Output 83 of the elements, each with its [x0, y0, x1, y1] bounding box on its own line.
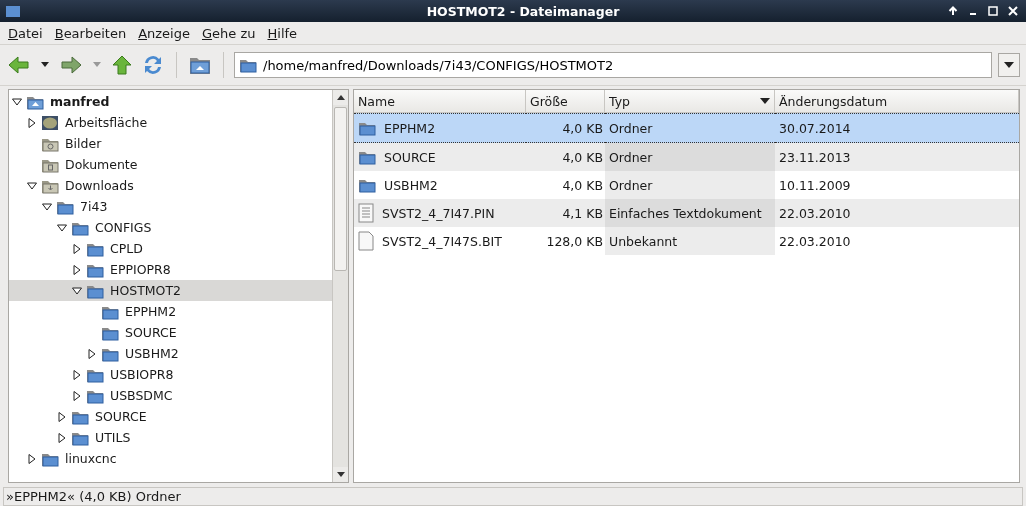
expand-arrow-icon[interactable] — [71, 263, 83, 276]
column-header[interactable]: Änderungsdatum — [775, 90, 1019, 113]
table-cell: 23.11.2013 — [775, 143, 1019, 171]
table-cell: 30.07.2014 — [775, 113, 1019, 143]
menu-item[interactable]: Anzeige — [132, 25, 196, 41]
window-title: HOSTMOT2 - Dateimanager — [425, 3, 621, 19]
tree-item[interactable]: manfred — [9, 91, 332, 112]
dropdown-button[interactable] — [998, 53, 1020, 77]
table-cell: Ordner — [605, 171, 775, 199]
tree-item[interactable]: SOURCE — [9, 406, 332, 427]
maximize-icon — [988, 6, 998, 16]
tree-item[interactable]: CPLD — [9, 238, 332, 259]
forward-button[interactable] — [58, 53, 84, 77]
menu-item[interactable]: Datei — [2, 25, 49, 41]
folder-icon — [358, 120, 376, 136]
minimize-icon — [970, 13, 976, 15]
tree-item[interactable]: EPPHM2 — [9, 301, 332, 322]
caret-icon — [1004, 62, 1014, 68]
tree-item[interactable]: USBHM2 — [9, 343, 332, 364]
table-cell[interactable]: SVST2_4_7I47.PIN — [354, 199, 526, 227]
column-header[interactable]: Typ — [605, 90, 775, 113]
menu-item[interactable]: Gehe zu — [196, 25, 262, 41]
folder-icon — [6, 5, 20, 17]
file-icon — [358, 231, 374, 251]
keep-above-button[interactable] — [946, 4, 960, 18]
tree-item[interactable]: Arbeitsfläche — [9, 112, 332, 133]
table-cell[interactable]: EPPHM2 — [354, 113, 526, 143]
tree-item[interactable]: Downloads — [9, 175, 332, 196]
tree-item[interactable]: 7i43 — [9, 196, 332, 217]
collapse-arrow-icon[interactable] — [26, 179, 38, 192]
collapse-arrow-icon[interactable] — [11, 95, 23, 108]
menu-item[interactable]: Bearbeiten — [48, 25, 133, 41]
desktop-icon — [41, 114, 59, 131]
menu-item[interactable]: Hilfe — [261, 25, 304, 41]
table-cell: Ordner — [605, 143, 775, 171]
location-field[interactable]: /home/manfred/Downloads/7i43/CONFIGS/HOSTMOT2 — [261, 56, 991, 74]
table-cell: 4,0 KB — [526, 143, 605, 171]
folder-icon — [239, 57, 257, 73]
column-header[interactable]: Name — [354, 90, 526, 113]
location-bar[interactable]: /home/manfred/Downloads/7i43/CONFIGS/HOSTMOT2 — [234, 52, 992, 78]
tree-item[interactable]: Bilder — [9, 133, 332, 154]
tree-item[interactable]: linuxcnc — [9, 448, 332, 469]
table-cell[interactable]: SOURCE — [354, 143, 526, 171]
tree-item[interactable]: UTILS — [9, 427, 332, 448]
sort-arrow-icon — [760, 98, 770, 104]
table-cell: 4,1 KB — [526, 199, 605, 227]
expand-arrow-icon[interactable] — [56, 410, 68, 423]
tree-item[interactable]: CONFIGS — [9, 217, 332, 238]
expand-arrow-icon[interactable] — [71, 242, 83, 255]
expand-arrow-icon[interactable] — [26, 452, 38, 465]
close-icon — [1008, 6, 1018, 16]
expand-arrow-icon[interactable] — [71, 368, 83, 381]
folder-icon — [358, 149, 376, 165]
maximize-button[interactable] — [986, 4, 1000, 18]
tree-item[interactable]: EPPIOPR8 — [9, 259, 332, 280]
text-file-icon — [358, 203, 374, 223]
tree-item[interactable]: Dokumente — [9, 154, 332, 175]
column-header[interactable]: Größe — [526, 90, 605, 113]
scroll-up-arrow-icon[interactable] — [336, 95, 345, 100]
collapse-arrow-icon[interactable] — [56, 221, 68, 234]
table-cell: 4,0 KB — [526, 113, 605, 143]
expand-arrow-icon[interactable] — [56, 431, 68, 444]
status-text: »EPPHM2« (4,0 KB) Ordner — [3, 486, 1023, 506]
collapse-arrow-icon[interactable] — [41, 200, 53, 213]
scroll-down-arrow-icon[interactable] — [336, 472, 345, 477]
table-cell: 22.03.2010 — [775, 199, 1019, 227]
tree-item[interactable]: HOSTMOT2 — [9, 280, 332, 301]
close-button[interactable] — [1006, 4, 1020, 18]
table-cell: Unbekannt — [605, 227, 775, 255]
tree-item[interactable]: USBSDMC — [9, 385, 332, 406]
scrollbar[interactable] — [332, 90, 348, 482]
back-button[interactable] — [6, 53, 32, 77]
up-button[interactable] — [110, 53, 134, 77]
collapse-arrow-icon[interactable] — [71, 284, 83, 297]
tree-item[interactable]: SOURCE — [9, 322, 332, 343]
tree-item[interactable]: USBIOPR8 — [9, 364, 332, 385]
table-cell: Einfaches Textdokument — [605, 199, 775, 227]
table-cell: Ordner — [605, 113, 775, 143]
expand-arrow-icon[interactable] — [86, 347, 98, 360]
folder-icon — [358, 177, 376, 193]
up-arrow-icon — [948, 6, 958, 16]
expand-arrow-icon[interactable] — [26, 116, 38, 129]
expand-arrow-icon[interactable] — [71, 389, 83, 402]
